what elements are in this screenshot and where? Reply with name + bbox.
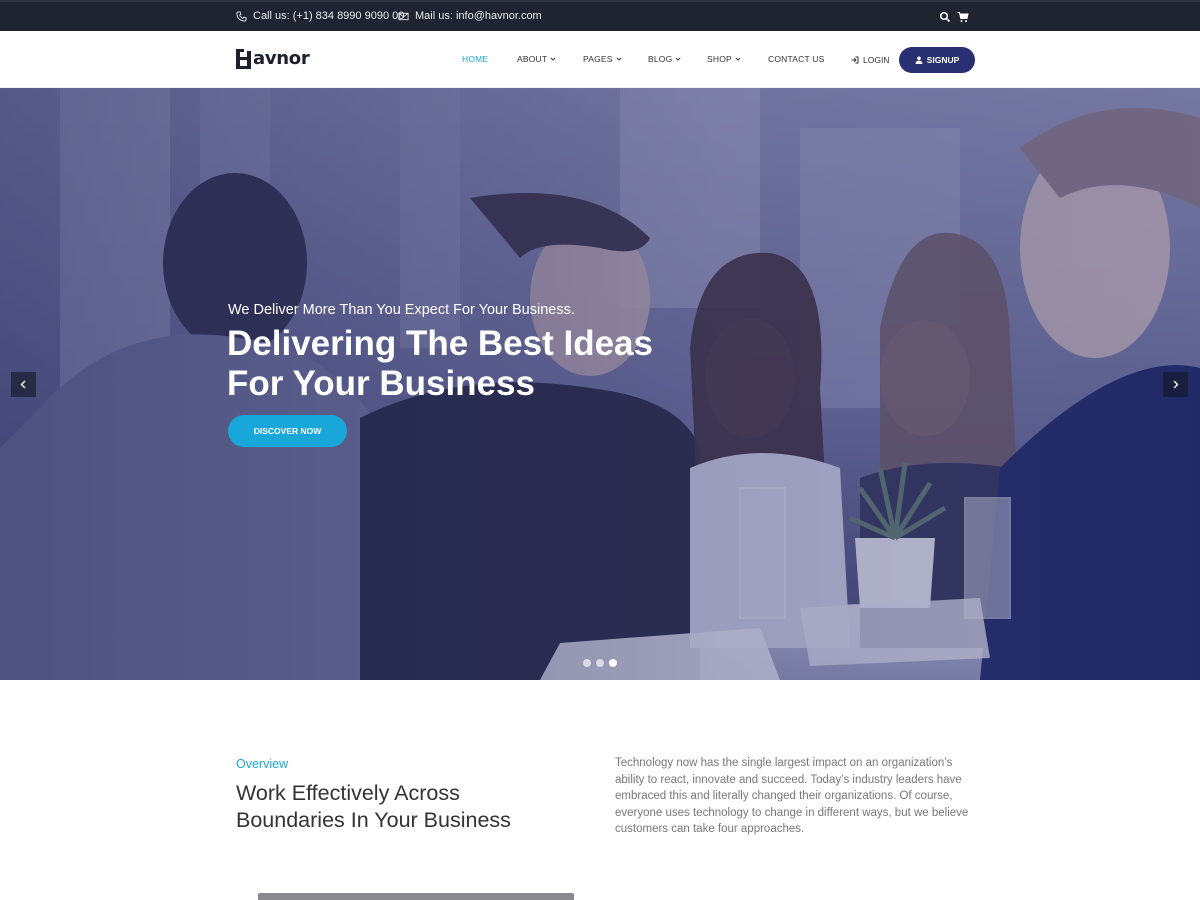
mail-icon bbox=[398, 12, 409, 20]
slider-dot-3[interactable] bbox=[609, 659, 617, 667]
login-label: LOGIN bbox=[863, 55, 890, 65]
hero-slider: We Deliver More Than You Expect For Your… bbox=[0, 88, 1200, 680]
phone-icon bbox=[236, 10, 247, 22]
slider-prev-button[interactable] bbox=[11, 372, 36, 397]
slider-next-button[interactable] bbox=[1163, 372, 1188, 397]
user-icon bbox=[915, 56, 923, 64]
overview-label: Overview bbox=[236, 757, 289, 771]
hero-title-line-2: For Your Business bbox=[227, 364, 535, 403]
chevron-left-icon bbox=[20, 380, 26, 389]
overview-title-line-1: Work Effectively Across bbox=[236, 781, 460, 805]
signup-button[interactable]: SIGNUP bbox=[899, 47, 975, 73]
mail-text: Mail us: info@havnor.com bbox=[415, 10, 542, 22]
overview-text: Technology now has the single largest im… bbox=[615, 757, 969, 835]
nav-contact-us[interactable]: CONTACT US bbox=[768, 54, 824, 64]
sign-in-icon bbox=[851, 56, 859, 64]
phone-contact[interactable]: Call us: (+1) 834 8990 9090 00 bbox=[236, 10, 404, 22]
overview-title: Work Effectively Across Boundaries In Yo… bbox=[236, 780, 566, 834]
signup-label: SIGNUP bbox=[926, 55, 960, 65]
nav-about[interactable]: ABOUT bbox=[517, 54, 556, 64]
slider-dot-2[interactable] bbox=[596, 659, 604, 667]
nav-home[interactable]: HOME bbox=[462, 54, 488, 64]
overview-image bbox=[258, 893, 574, 900]
hero-subtitle: We Deliver More Than You Expect For Your… bbox=[228, 302, 575, 318]
nav-shop[interactable]: SHOP bbox=[707, 54, 741, 64]
cart-icon[interactable] bbox=[957, 11, 969, 23]
phone-text: Call us: (+1) 834 8990 9090 00 bbox=[253, 10, 405, 22]
chevron-down-icon bbox=[550, 57, 556, 61]
hero-title-line-1: Delivering The Best Ideas bbox=[227, 324, 653, 363]
nav-blog[interactable]: BLOG bbox=[648, 54, 681, 64]
mail-contact[interactable]: Mail us: info@havnor.com bbox=[398, 10, 542, 22]
slider-pagination bbox=[583, 659, 617, 667]
top-bar: Call us: (+1) 834 8990 9090 00 Mail us: … bbox=[0, 0, 1200, 31]
main-nav: HOME ABOUT PAGES BLOG SHOP CONTACT US bbox=[0, 54, 1200, 68]
slider-dot-1[interactable] bbox=[583, 659, 591, 667]
overview-title-line-2: Boundaries In Your Business bbox=[236, 808, 511, 832]
chevron-down-icon bbox=[616, 57, 622, 61]
chevron-right-icon bbox=[1173, 380, 1179, 389]
login-link[interactable]: LOGIN bbox=[851, 55, 889, 65]
chevron-down-icon bbox=[735, 57, 741, 61]
search-icon[interactable] bbox=[939, 11, 951, 23]
nav-pages[interactable]: PAGES bbox=[583, 54, 622, 64]
main-header: avnor HOME ABOUT PAGES BLOG SHOP CONTACT… bbox=[0, 31, 1200, 88]
hero-title: Delivering The Best Ideas For Your Busin… bbox=[227, 324, 747, 404]
discover-now-button[interactable]: DISCOVER NOW bbox=[228, 415, 347, 447]
chevron-down-icon bbox=[675, 57, 681, 61]
